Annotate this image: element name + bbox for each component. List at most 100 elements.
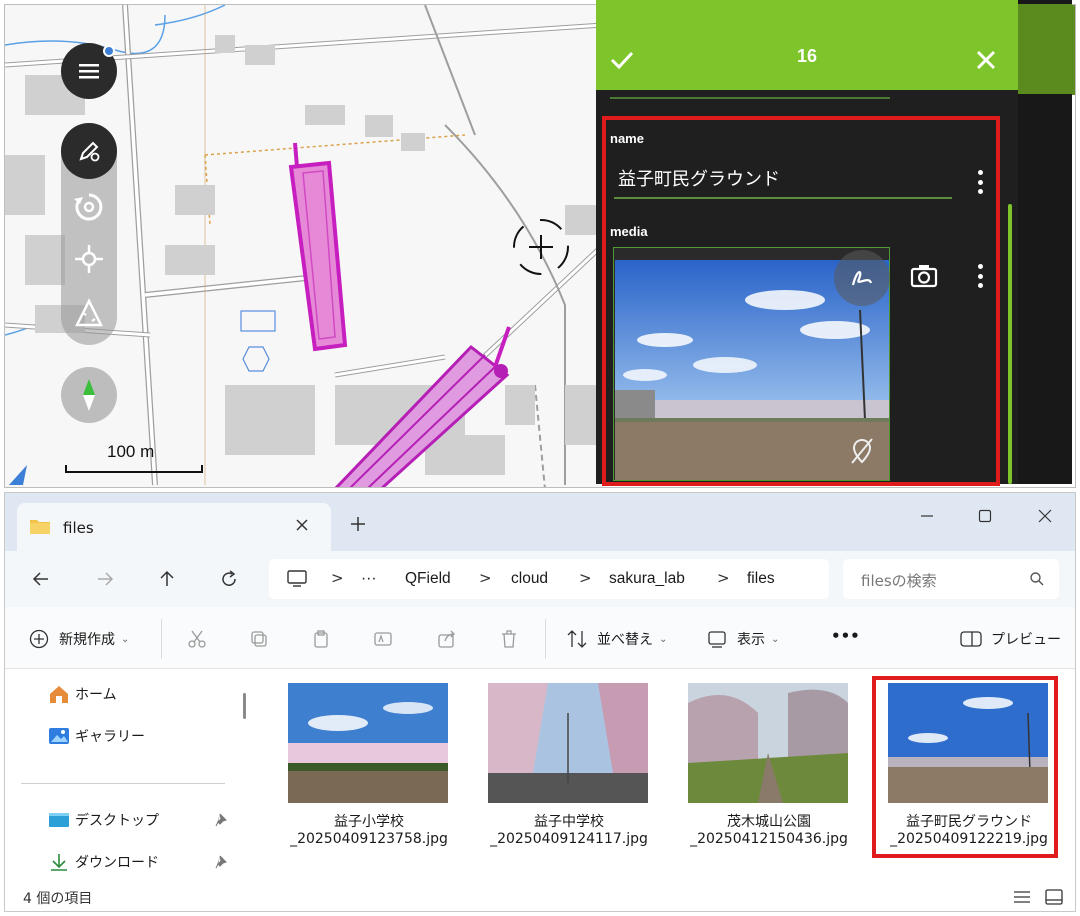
breadcrumb-item[interactable]: QField bbox=[405, 570, 451, 588]
sidebar-item-label: デスクトップ bbox=[75, 813, 159, 829]
scale-label: 100 m bbox=[107, 442, 155, 461]
geotag-off-icon bbox=[851, 438, 873, 464]
sidebar-item-desktop[interactable]: デスクトップ bbox=[47, 809, 159, 831]
rename-button[interactable] bbox=[371, 627, 395, 651]
pin-icon[interactable] bbox=[215, 813, 229, 827]
cut-button[interactable] bbox=[185, 627, 209, 651]
sidebar-scrollbar[interactable] bbox=[243, 693, 246, 719]
scissors-icon bbox=[185, 627, 209, 651]
breadcrumb-separator: > bbox=[717, 569, 730, 587]
file-thumbnail bbox=[288, 683, 448, 803]
sidebar-item-home[interactable]: ホーム bbox=[47, 683, 117, 705]
folder-icon bbox=[30, 520, 50, 534]
maximize-button[interactable] bbox=[963, 501, 1007, 531]
compass-icon bbox=[83, 379, 95, 411]
item-count: 4 個の項目 bbox=[23, 891, 93, 907]
status-bar: 4 個の項目 bbox=[5, 883, 1075, 911]
measure-button[interactable] bbox=[61, 285, 117, 341]
minimize-button[interactable] bbox=[905, 501, 949, 531]
breadcrumb-separator: > bbox=[579, 569, 592, 587]
crosshair-icon bbox=[513, 219, 569, 275]
delete-button[interactable] bbox=[497, 627, 521, 651]
feature-count-title: 16 bbox=[796, 46, 818, 66]
rename-icon bbox=[371, 627, 395, 651]
new-button-label: 新規作成 bbox=[59, 632, 115, 648]
gallery-icon bbox=[47, 725, 71, 747]
map-canvas[interactable]: 100 m bbox=[5, 5, 603, 487]
snap-button[interactable] bbox=[61, 231, 117, 287]
rotate-icon bbox=[74, 193, 103, 221]
more-button[interactable]: ••• bbox=[823, 627, 860, 645]
pin-icon[interactable] bbox=[215, 855, 229, 869]
close-icon[interactable] bbox=[293, 516, 311, 534]
sort-button-label: 並べ替え bbox=[597, 632, 653, 648]
breadcrumb-item[interactable]: cloud bbox=[511, 570, 548, 588]
download-icon bbox=[47, 851, 71, 873]
search-icon bbox=[1030, 572, 1044, 586]
file-item[interactable]: 益子小学校 _20250409123758.jpg bbox=[261, 677, 451, 853]
tab-title: files bbox=[63, 519, 94, 537]
previous-field-underline bbox=[610, 97, 890, 99]
paste-button[interactable] bbox=[309, 627, 333, 651]
sketch-icon bbox=[851, 271, 873, 286]
minimize-icon bbox=[921, 515, 933, 517]
forward-button[interactable] bbox=[91, 565, 119, 593]
view-button[interactable]: 表示 ⌄ bbox=[705, 627, 779, 651]
share-button[interactable] bbox=[435, 627, 459, 651]
breadcrumb-ellipsis[interactable]: ··· bbox=[361, 570, 377, 588]
file-name-line1: 益子小学校 bbox=[334, 814, 404, 830]
preview-button-label: プレビュー bbox=[991, 632, 1061, 648]
breadcrumb-item[interactable]: sakura_lab bbox=[609, 570, 685, 588]
sidebar-item-gallery[interactable]: ギャラリー bbox=[47, 725, 145, 747]
plus-icon[interactable] bbox=[349, 515, 367, 533]
sidebar-item-label: ホーム bbox=[75, 687, 117, 703]
compass-button[interactable] bbox=[61, 367, 117, 423]
more-vert-icon bbox=[977, 170, 983, 175]
preview-pane-icon bbox=[959, 627, 983, 651]
search-placeholder: filesの検索 bbox=[861, 572, 937, 590]
window-close-button[interactable] bbox=[1023, 501, 1067, 531]
preview-button[interactable]: プレビュー bbox=[959, 627, 1061, 651]
view-button-label: 表示 bbox=[737, 632, 765, 648]
sort-icon bbox=[565, 627, 589, 651]
measure-icon bbox=[74, 298, 104, 327]
name-field-underline bbox=[614, 197, 952, 199]
file-item[interactable]: 益子中学校 _20250409124117.jpg bbox=[461, 677, 651, 853]
form-scrollbar[interactable] bbox=[1008, 204, 1012, 484]
address-bar[interactable]: > ··· QField > cloud > sakura_lab > file… bbox=[269, 559, 829, 599]
file-item[interactable]: 茂木城山公園 _20250412150436.jpg bbox=[661, 677, 851, 853]
tab-files[interactable]: files bbox=[17, 503, 331, 551]
share-icon bbox=[435, 627, 459, 651]
snap-icon bbox=[75, 245, 103, 273]
file-name-line1: 益子中学校 bbox=[534, 814, 604, 830]
new-button[interactable]: 新規作成 ⌄ bbox=[27, 627, 129, 651]
copy-button[interactable] bbox=[247, 627, 271, 651]
file-name-line2: _20250409124117.jpg bbox=[490, 831, 648, 847]
rotate-button[interactable] bbox=[61, 179, 117, 235]
media-field-menu[interactable] bbox=[972, 264, 988, 288]
sidebar-item-downloads[interactable]: ダウンロード bbox=[47, 851, 159, 873]
notification-dot bbox=[103, 45, 115, 57]
plus-circle-icon bbox=[27, 627, 51, 651]
tiles-view-icon[interactable] bbox=[1045, 889, 1063, 905]
clipboard-icon bbox=[309, 627, 333, 651]
camera-icon[interactable] bbox=[908, 260, 940, 292]
name-field-value[interactable]: 益子町民グラウンド bbox=[618, 165, 780, 191]
sidebar-item-label: ダウンロード bbox=[75, 855, 159, 871]
back-button[interactable] bbox=[27, 565, 55, 593]
desktop-icon bbox=[47, 809, 71, 831]
chevron-down-icon: ⌄ bbox=[771, 633, 780, 645]
name-field-menu[interactable] bbox=[972, 170, 988, 194]
digitize-button[interactable] bbox=[61, 123, 117, 179]
sort-button[interactable]: 並べ替え ⌄ bbox=[565, 627, 667, 651]
up-button[interactable] bbox=[153, 565, 181, 593]
breadcrumb-item[interactable]: files bbox=[747, 570, 775, 588]
location-arrow-icon bbox=[9, 465, 27, 485]
sketch-button[interactable] bbox=[834, 250, 890, 306]
details-view-icon[interactable] bbox=[1013, 889, 1031, 905]
refresh-button[interactable] bbox=[215, 565, 243, 593]
search-input[interactable]: filesの検索 bbox=[843, 559, 1059, 599]
file-name-line2: _20250412150436.jpg bbox=[690, 831, 848, 847]
file-thumbnail bbox=[688, 683, 848, 803]
close-icon[interactable] bbox=[972, 46, 1000, 74]
